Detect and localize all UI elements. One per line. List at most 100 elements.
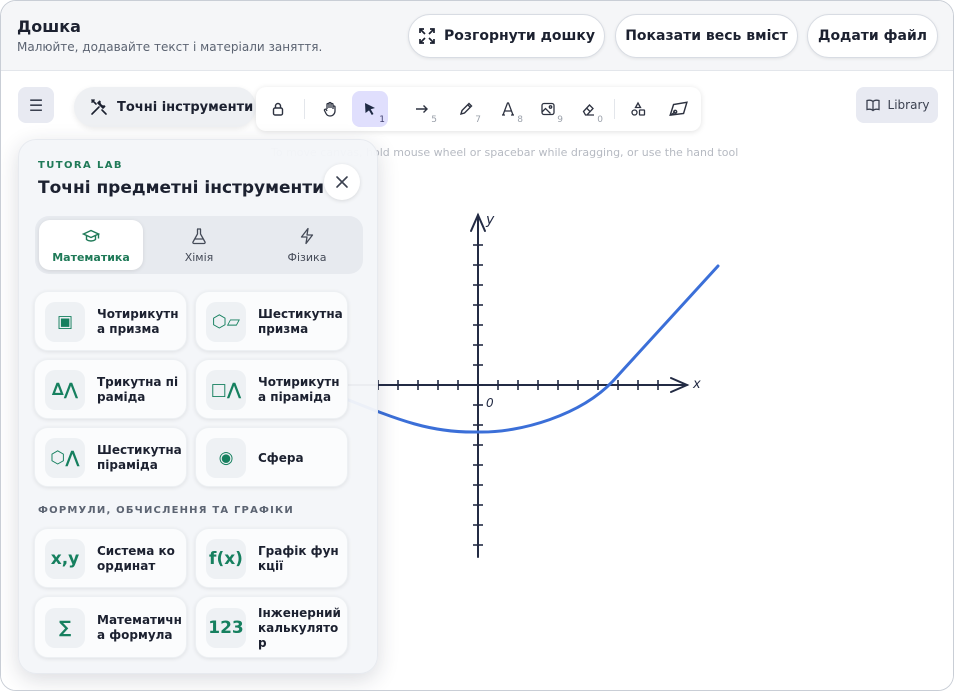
drawing-toolbar: 1 5 7 8 9 0: [256, 87, 701, 131]
precise-tools-panel: TUTORA LAB Точні предметні інструменти М…: [18, 139, 378, 674]
image-icon: [541, 102, 555, 116]
origin-label: 0: [486, 396, 494, 410]
close-panel-button[interactable]: [324, 164, 360, 200]
toolbar-divider: [614, 99, 615, 119]
laser-tool[interactable]: [660, 91, 696, 127]
page-subtitle: Малюйте, додавайте текст і матеріали зан…: [17, 40, 323, 54]
flask-icon: [192, 227, 206, 244]
eraser-tool[interactable]: 0: [570, 91, 606, 127]
tool-label: Інженерний калькулятор: [258, 605, 341, 650]
lock-icon: [272, 102, 284, 116]
hexagonal-pyramid-icon: ⬡⋀: [45, 438, 85, 478]
panel-title: Точні предметні інструменти: [38, 178, 325, 198]
toolbar-divider: [304, 99, 305, 119]
tool-hexagonal-pyramid[interactable]: ⬡⋀ Шестикутна піраміда: [34, 427, 187, 487]
hand-icon: [323, 101, 336, 117]
board-window: Дошка Малюйте, додавайте текст і матеріа…: [0, 0, 954, 691]
board-header: Дошка Малюйте, додавайте текст і матеріа…: [1, 1, 953, 71]
add-file-button[interactable]: Додати файл: [807, 14, 938, 58]
tab-mathematics[interactable]: Математика: [39, 220, 143, 270]
laser-icon: [669, 101, 688, 116]
quadrangular-prism-icon: ▣: [45, 302, 85, 342]
library-button[interactable]: Library: [856, 87, 938, 123]
expand-board-label: Розгорнути дошку: [444, 28, 595, 44]
coordinates-icon: x,y: [45, 539, 85, 579]
book-icon: [865, 99, 880, 112]
tool-label: Трикутна піраміда: [97, 375, 179, 404]
precise-tools-button[interactable]: Точні інструменти: [74, 87, 256, 127]
select-tool[interactable]: 1: [352, 91, 388, 127]
tab-physics[interactable]: Фізика: [255, 220, 359, 270]
axis-ticks: [377, 244, 659, 546]
text-icon: [502, 102, 514, 116]
arrow-right-icon: [416, 105, 428, 113]
sphere-icon: ◉: [206, 438, 246, 478]
show-all-label: Показати весь вміст: [625, 28, 788, 44]
lightning-icon: [300, 227, 314, 244]
tool-label: Математична формула: [97, 613, 182, 642]
tool-coordinate-system[interactable]: x,y Система координат: [34, 528, 187, 588]
shapes-tool[interactable]: [620, 91, 656, 127]
subject-tabs: Математика Хімія Фізика: [35, 216, 363, 274]
pencil-icon: [459, 102, 473, 116]
tool-function-graph[interactable]: f(x) Графік функції: [195, 528, 348, 588]
tool-label: Система координат: [97, 544, 175, 573]
tool-label: Шестикутна піраміда: [97, 443, 182, 472]
hexagonal-prism-icon: ⬡▱: [206, 302, 246, 342]
function-icon: f(x): [206, 539, 246, 579]
close-icon: [336, 176, 348, 188]
tool-quadrangular-pyramid[interactable]: □⋀ Чотирикутна піраміда: [195, 359, 348, 419]
shapes-icon: [631, 101, 646, 116]
library-label: Library: [887, 98, 930, 112]
tool-label: Сфера: [258, 450, 304, 465]
cursor-icon: [365, 103, 375, 115]
panel-brand: TUTORA LAB: [38, 160, 123, 171]
arrow-tool[interactable]: 5: [404, 91, 440, 127]
tool-label: Графік функції: [258, 544, 339, 573]
eraser-icon: [582, 104, 594, 116]
arrow-shortcut: 5: [431, 115, 437, 125]
tab-chemistry-label: Хімія: [184, 250, 214, 264]
function-graph[interactable]: y x 0: [341, 201, 721, 571]
lock-tool[interactable]: [260, 91, 296, 127]
precise-tools-label: Точні інструменти: [117, 99, 254, 115]
expand-icon: [419, 28, 435, 44]
tab-physics-label: Фізика: [287, 250, 327, 264]
expand-board-button[interactable]: Розгорнути дошку: [408, 14, 605, 58]
y-axis-label: y: [485, 212, 495, 228]
formulas-section-label: ФОРМУЛИ, ОБЧИСЛЕННЯ ТА ГРАФІКИ: [38, 505, 294, 516]
tool-label: Чотирикутна піраміда: [258, 375, 340, 404]
graduation-cap-icon: [82, 229, 100, 242]
tool-sphere[interactable]: ◉ Сфера: [195, 427, 348, 487]
text-shortcut: 8: [517, 115, 523, 125]
tool-math-formula[interactable]: ∑ Математична формула: [34, 596, 187, 658]
parabola-curve: [341, 264, 720, 434]
tool-hexagonal-prism[interactable]: ⬡▱ Шестикутна призма: [195, 291, 348, 351]
sigma-icon: ∑: [45, 608, 85, 648]
show-all-content-button[interactable]: Показати весь вміст: [615, 14, 798, 58]
x-axis-label: x: [692, 377, 701, 392]
image-shortcut: 9: [557, 115, 563, 125]
tool-label: Шестикутна призма: [258, 307, 343, 336]
page-title: Дошка: [17, 17, 81, 36]
calculator-icon: 123: [206, 608, 246, 648]
hamburger-icon: ☰: [28, 95, 44, 115]
pencil-shortcut: 7: [475, 115, 481, 125]
add-file-label: Додати файл: [817, 28, 928, 44]
select-shortcut: 1: [379, 115, 385, 125]
tool-engineering-calculator[interactable]: 123 Інженерний калькулятор: [195, 596, 348, 658]
hand-tool[interactable]: [312, 91, 348, 127]
text-tool[interactable]: 8: [490, 91, 526, 127]
tools-icon: [91, 99, 107, 115]
tool-quadrangular-prism[interactable]: ▣ Чотирикутна призма: [34, 291, 187, 351]
tab-mathematics-label: Математика: [52, 250, 130, 264]
eraser-shortcut: 0: [597, 115, 603, 125]
quadrangular-pyramid-icon: □⋀: [206, 370, 246, 410]
image-tool[interactable]: 9: [530, 91, 566, 127]
tab-chemistry[interactable]: Хімія: [147, 220, 251, 270]
pencil-tool[interactable]: 7: [448, 91, 484, 127]
triangular-pyramid-icon: ∆⋀: [45, 370, 85, 410]
tool-triangular-pyramid[interactable]: ∆⋀ Трикутна піраміда: [34, 359, 187, 419]
tool-label: Чотирикутна призма: [97, 307, 179, 336]
menu-button[interactable]: ☰: [18, 87, 54, 123]
